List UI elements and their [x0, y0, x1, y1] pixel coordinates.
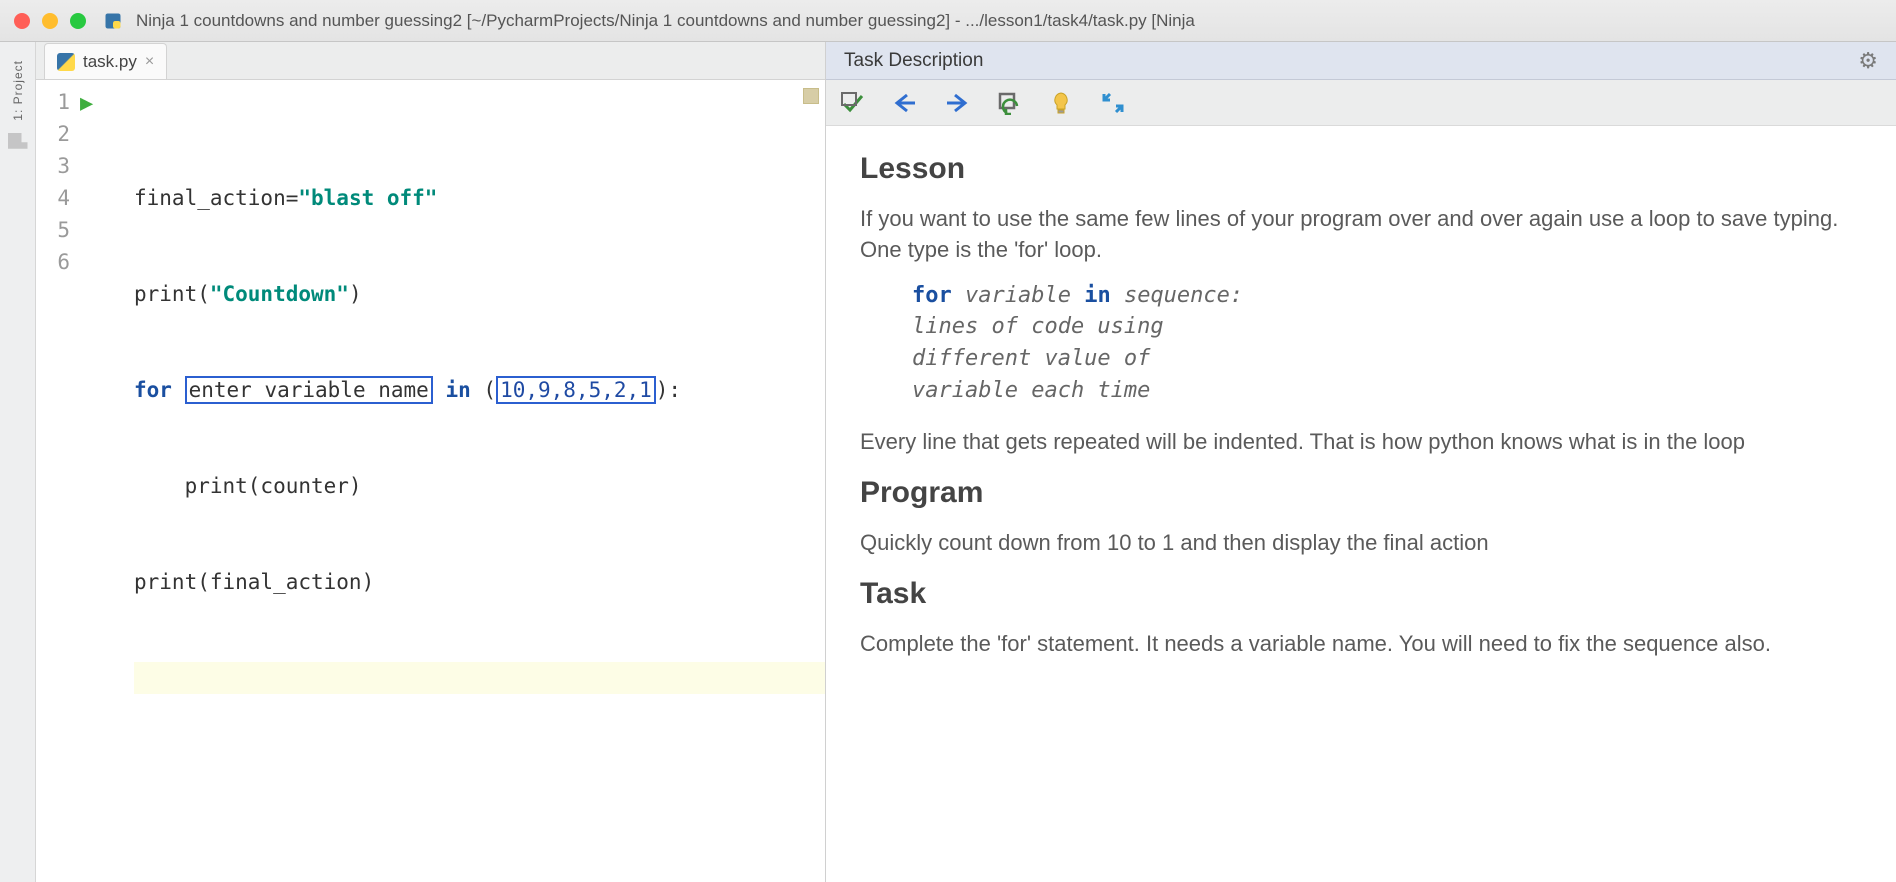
task-toolbar [826, 80, 1896, 126]
previous-task-icon[interactable] [892, 90, 918, 116]
editor-marker-icon [803, 88, 819, 104]
window-title: Ninja 1 countdowns and number guessing2 … [136, 11, 1195, 31]
run-line-icon[interactable]: ▶ [80, 86, 130, 120]
close-window-button[interactable] [14, 13, 30, 29]
python-file-icon [104, 12, 122, 30]
program-heading: Program [860, 476, 1862, 510]
zoom-window-button[interactable] [70, 13, 86, 29]
code-area[interactable]: final_action="blast off" print("Countdow… [130, 80, 825, 882]
lesson-paragraph-1: If you want to use the same few lines of… [860, 204, 1862, 266]
caret-line [134, 662, 825, 694]
placeholder-sequence[interactable]: 10,9,8,5,2,1 [496, 376, 656, 404]
code-editor[interactable]: 1 2 3 4 5 6 ▶ final_action="blast off" p… [36, 80, 825, 882]
task-panel-title: Task Description [844, 50, 983, 72]
editor-tab-bar: task.py × [36, 42, 825, 80]
next-task-icon[interactable] [944, 90, 970, 116]
window-titlebar: Ninja 1 countdowns and number guessing2 … [0, 0, 1896, 42]
gutter-icons: ▶ [80, 80, 130, 882]
line-number-gutter: 1 2 3 4 5 6 [36, 80, 80, 882]
lesson-heading: Lesson [860, 152, 1862, 186]
tool-window-bar: 1: Project [0, 42, 36, 882]
task-description-panel: Task Description ⚙ Lesson [826, 42, 1896, 882]
project-tool-button[interactable]: 1: Project [11, 60, 25, 121]
lesson-paragraph-2: Every line that gets repeated will be in… [860, 427, 1862, 458]
tab-label: task.py [83, 52, 137, 72]
python-file-icon [57, 53, 75, 71]
editor-pane: task.py × 1 2 3 4 5 6 ▶ final_action="bl… [36, 42, 826, 882]
task-panel-header: Task Description ⚙ [826, 42, 1896, 80]
program-paragraph: Quickly count down from 10 to 1 and then… [860, 528, 1862, 559]
window-controls [14, 13, 86, 29]
task-paragraph: Complete the 'for' statement. It needs a… [860, 629, 1862, 660]
lesson-code-snippet: for variable in sequence: lines of code … [912, 280, 1862, 408]
close-tab-button[interactable]: × [145, 53, 154, 71]
project-rail-icon [8, 133, 28, 149]
hint-icon[interactable] [1048, 90, 1074, 116]
check-task-icon[interactable] [840, 90, 866, 116]
gear-icon[interactable]: ⚙ [1858, 48, 1878, 74]
task-content: Lesson If you want to use the same few l… [826, 126, 1896, 882]
task-heading: Task [860, 577, 1862, 611]
minimize-window-button[interactable] [42, 13, 58, 29]
collapse-icon[interactable] [1100, 90, 1126, 116]
placeholder-variable-name[interactable]: enter variable name [185, 376, 433, 404]
editor-tab-task-py[interactable]: task.py × [44, 43, 167, 79]
reset-task-icon[interactable] [996, 90, 1022, 116]
